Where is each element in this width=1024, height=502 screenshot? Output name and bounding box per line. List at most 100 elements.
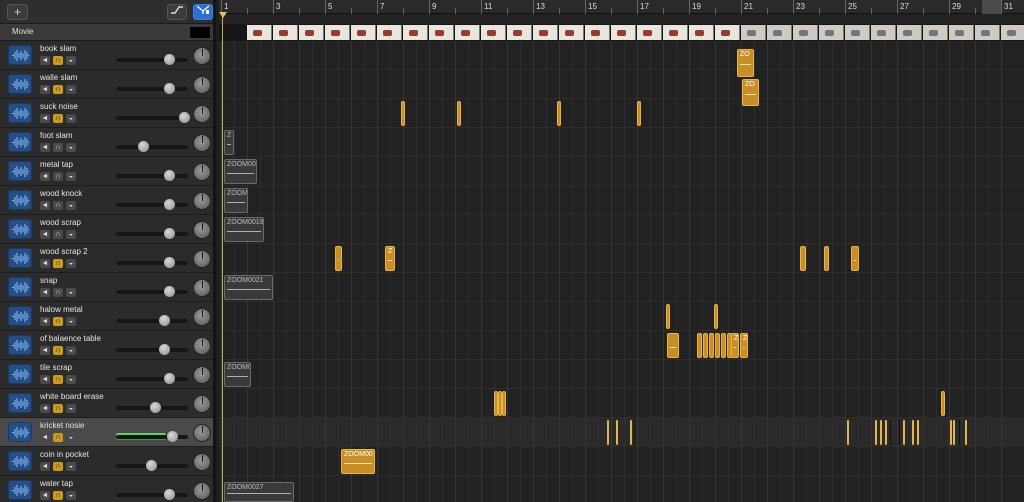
headphones-icon[interactable]: ∩: [53, 288, 63, 297]
pan-knob[interactable]: [193, 163, 211, 181]
ruler-cycle-region[interactable]: [982, 0, 1002, 14]
input-monitor-icon[interactable]: ◒: [66, 375, 76, 384]
input-monitor-icon[interactable]: ◒: [66, 317, 76, 326]
audio-region[interactable]: [607, 420, 609, 445]
audio-region[interactable]: ZOOM00: [341, 449, 375, 474]
headphones-icon[interactable]: ∩: [53, 317, 63, 326]
pan-knob[interactable]: [193, 482, 211, 500]
headphones-icon[interactable]: ∩: [53, 201, 63, 210]
input-monitor-icon[interactable]: ◒: [66, 259, 76, 268]
mute-icon[interactable]: ◄: [40, 317, 50, 326]
pan-knob[interactable]: [193, 134, 211, 152]
track-header-row[interactable]: book slam ◄ ∩ ◒: [0, 41, 213, 70]
track-header-row[interactable]: water tap ◄ ∩ ◒: [0, 476, 213, 502]
track-header-row[interactable]: kricket nosie ◄ ∩ ◒: [0, 418, 213, 447]
audio-region[interactable]: [800, 246, 806, 271]
volume-slider-knob[interactable]: [164, 257, 175, 268]
volume-slider[interactable]: [116, 373, 188, 384]
headphones-icon[interactable]: ∩: [53, 346, 63, 355]
audio-region[interactable]: [851, 246, 859, 271]
volume-slider-knob[interactable]: [164, 170, 175, 181]
track-name[interactable]: of balaence table: [40, 334, 101, 343]
audio-region[interactable]: [335, 246, 342, 271]
track-header-row[interactable]: wood knock ◄ ∩ ◒: [0, 186, 213, 215]
track-name[interactable]: wood scrap 2: [40, 247, 88, 256]
headphones-icon[interactable]: ∩: [53, 259, 63, 268]
audio-region[interactable]: [965, 420, 967, 445]
input-monitor-icon[interactable]: ◒: [66, 433, 76, 442]
mute-icon[interactable]: ◄: [40, 114, 50, 123]
playhead-handle[interactable]: [219, 12, 227, 18]
audio-region[interactable]: [697, 333, 702, 358]
audio-region[interactable]: ZOOM0021: [224, 275, 273, 300]
track-lane[interactable]: [219, 302, 1024, 331]
mute-icon[interactable]: ◄: [40, 491, 50, 500]
mute-icon[interactable]: ◄: [40, 404, 50, 413]
volume-slider-knob[interactable]: [164, 228, 175, 239]
headphones-icon[interactable]: ∩: [53, 433, 63, 442]
volume-slider-knob[interactable]: [164, 373, 175, 384]
audio-region[interactable]: [457, 101, 461, 126]
audio-region[interactable]: [557, 101, 561, 126]
headphones-icon[interactable]: ∩: [53, 404, 63, 413]
volume-slider-knob[interactable]: [164, 199, 175, 210]
mute-icon[interactable]: ◄: [40, 375, 50, 384]
volume-slider[interactable]: [116, 112, 190, 123]
audio-region[interactable]: [721, 333, 726, 358]
volume-slider-knob[interactable]: [164, 489, 175, 500]
audio-region[interactable]: [637, 101, 641, 126]
volume-slider[interactable]: [116, 344, 188, 355]
track-lane[interactable]: [219, 99, 1024, 128]
track-header-row[interactable]: metal tap ◄ ∩ ◒: [0, 157, 213, 186]
audio-region[interactable]: ZOOM: [224, 188, 248, 213]
input-monitor-icon[interactable]: ◒: [66, 143, 76, 152]
mute-icon[interactable]: ◄: [40, 143, 50, 152]
input-monitor-icon[interactable]: ◒: [66, 172, 76, 181]
volume-slider[interactable]: [116, 170, 188, 181]
input-monitor-icon[interactable]: ◒: [66, 346, 76, 355]
audio-region[interactable]: Z: [224, 130, 234, 155]
input-monitor-icon[interactable]: ◒: [66, 201, 76, 210]
headphones-icon[interactable]: ∩: [53, 114, 63, 123]
track-header-row[interactable]: of balaence table ◄ ∩ ◒: [0, 331, 213, 360]
bar-ruler[interactable]: 1 3 5 7 9 11 13 15 17 19 21 23 25 27 29 31: [219, 0, 1024, 14]
headphones-icon[interactable]: ∩: [53, 56, 63, 65]
audio-region[interactable]: [912, 420, 914, 445]
volume-slider[interactable]: [116, 315, 188, 326]
track-name[interactable]: kricket nosie: [40, 421, 84, 430]
audio-region[interactable]: [903, 420, 905, 445]
audio-region[interactable]: [875, 420, 877, 445]
pan-knob[interactable]: [193, 424, 211, 442]
mute-icon[interactable]: ◄: [40, 462, 50, 471]
audio-region[interactable]: [824, 246, 829, 271]
track-header-row[interactable]: snap ◄ ∩ ◒: [0, 273, 213, 302]
mute-icon[interactable]: ◄: [40, 85, 50, 94]
audio-region[interactable]: [502, 391, 506, 416]
audio-region[interactable]: [667, 333, 679, 358]
region-grid[interactable]: ZO ZO Z ZOOM00 ZOOM ZOOM0019 Z ZOOM0021 Z Z ZOOM0 Z…: [219, 41, 1024, 502]
track-lane[interactable]: [219, 447, 1024, 476]
audio-region[interactable]: ZOOM0019: [224, 217, 264, 242]
input-monitor-icon[interactable]: ◒: [66, 288, 76, 297]
headphones-icon[interactable]: ∩: [53, 375, 63, 384]
track-lane[interactable]: [219, 70, 1024, 99]
headphones-icon[interactable]: ∩: [53, 462, 63, 471]
audio-region[interactable]: [630, 420, 632, 445]
input-monitor-icon[interactable]: ◒: [66, 56, 76, 65]
track-header-row[interactable]: wood scrap 2 ◄ ∩ ◒: [0, 244, 213, 273]
volume-slider[interactable]: [116, 460, 188, 471]
track-name[interactable]: white board erase: [40, 392, 104, 401]
volume-slider-knob[interactable]: [167, 431, 178, 442]
track-name[interactable]: metal tap: [40, 160, 73, 169]
audio-region[interactable]: ZOOM0027: [224, 482, 294, 502]
pan-knob[interactable]: [193, 76, 211, 94]
mute-icon[interactable]: ◄: [40, 259, 50, 268]
pan-knob[interactable]: [193, 105, 211, 123]
audio-region[interactable]: Z: [731, 333, 739, 358]
track-name[interactable]: walle slam: [40, 73, 77, 82]
input-monitor-icon[interactable]: ◒: [66, 85, 76, 94]
audio-region[interactable]: [703, 333, 708, 358]
mute-icon[interactable]: ◄: [40, 230, 50, 239]
headphones-icon[interactable]: ∩: [53, 230, 63, 239]
volume-slider[interactable]: [116, 431, 188, 442]
